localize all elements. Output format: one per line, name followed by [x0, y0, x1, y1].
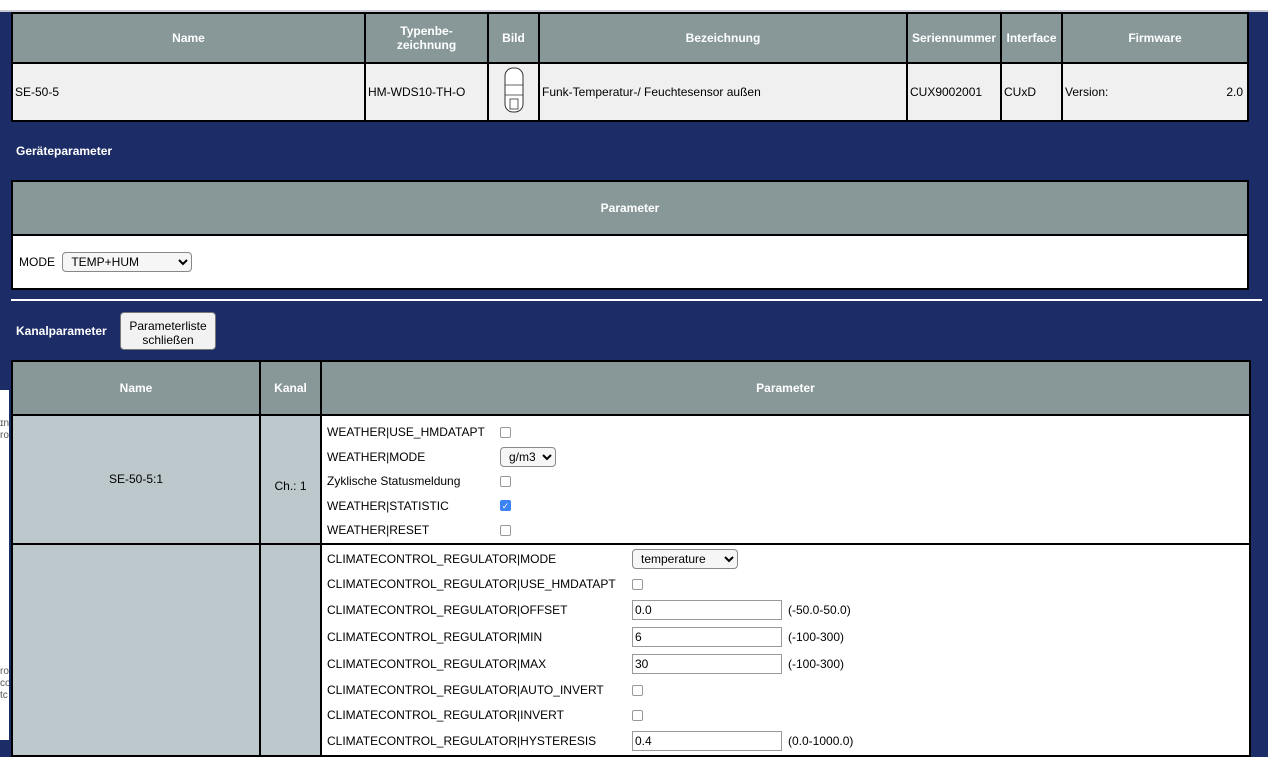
- firmware-label: Version:: [1065, 85, 1109, 99]
- param-label: WEATHER|STATISTIC: [327, 498, 449, 513]
- param-checkbox[interactable]: [500, 426, 511, 438]
- channel-params-title: Kanalparameter: [16, 324, 107, 338]
- channel-row-2: CLIMATECONTROL_REGULATOR|MODE temperature…: [11, 542, 1251, 757]
- param-row-climatecontrol-regulator-use-hmdatapt: CLIMATECONTROL_REGULATOR|USE_HMDATAPT: [327, 572, 1249, 597]
- param-input[interactable]: [632, 627, 782, 647]
- device-type: HM-WDS10-TH-O: [364, 62, 489, 122]
- param-range: (-100-300): [788, 630, 845, 644]
- param-row-climatecontrol-regulator-invert: CLIMATECONTROL_REGULATOR|INVERT: [327, 703, 1249, 728]
- col-type: Typenbe-zeichnung: [364, 12, 489, 64]
- param-range: (-50.0-50.0): [788, 603, 851, 617]
- channel-kanal: Ch.: 1: [259, 414, 322, 545]
- device-name: SE-50-5: [11, 62, 366, 122]
- param-row-climatecontrol-regulator-mode: CLIMATECONTROL_REGULATOR|MODE temperature: [327, 547, 1249, 572]
- device-row: SE-50-5 HM-WDS10-TH-O Funk-Temperatur-/ …: [11, 62, 1249, 122]
- channel-2-kanal: [259, 542, 322, 757]
- param-input[interactable]: [632, 654, 782, 674]
- channel-2-name: [11, 542, 261, 757]
- param-label: WEATHER|RESET: [327, 523, 430, 538]
- param-label: CLIMATECONTROL_REGULATOR|INVERT: [327, 708, 564, 722]
- param-input[interactable]: [632, 600, 782, 620]
- param-label: Zyklische Statusmeldung: [327, 474, 461, 489]
- mode-select[interactable]: TEMP+HUM: [62, 252, 193, 272]
- col-interface: Interface: [1000, 12, 1063, 64]
- close-param-list-button[interactable]: Parameterliste schließen: [120, 312, 216, 350]
- ch-col-parameter: Parameter: [320, 360, 1251, 416]
- background-window-edge: ɪn ro ro co tc: [0, 390, 9, 740]
- param-checkbox[interactable]: [632, 709, 643, 721]
- device-description: Funk-Temperatur-/ Feuchtesensor außen: [538, 62, 908, 122]
- param-row-climatecontrol-regulator-min: CLIMATECONTROL_REGULATOR|MIN (-100-300): [327, 624, 1249, 651]
- param-checkbox[interactable]: [632, 578, 643, 590]
- channel-1-params: WEATHER|USE_HMDATAPT WEATHER|MODE g/m3 Zykl…: [320, 414, 1251, 545]
- channel-params-table: Name Kanal Parameter SE-50-5:1 Ch.: 1 WE…: [11, 360, 1251, 757]
- param-row-weather-use-hmdatapt: WEATHER|USE_HMDATAPT: [327, 420, 1249, 445]
- param-label: CLIMATECONTROL_REGULATOR|USE_HMDATAPT: [327, 577, 616, 591]
- col-image: Bild: [487, 12, 540, 64]
- sensor-device-icon: [504, 67, 523, 112]
- col-name: Name: [11, 12, 366, 64]
- device-params-header: Parameter: [11, 180, 1249, 236]
- divider: [11, 299, 1262, 301]
- param-range: (-100-300): [788, 657, 845, 671]
- param-row-weather-mode: WEATHER|MODE g/m3: [327, 445, 1249, 470]
- param-label: CLIMATECONTROL_REGULATOR|MIN: [327, 630, 543, 644]
- param-label: WEATHER|MODE: [327, 449, 426, 464]
- device-params-table: Parameter MODE TEMP+HUM: [11, 180, 1249, 290]
- device-params-row: MODE TEMP+HUM: [11, 234, 1249, 290]
- device-serial: CUX9002001: [906, 62, 1002, 122]
- param-select[interactable]: temperature: [632, 549, 738, 569]
- channel-row-1: SE-50-5:1 Ch.: 1 WEATHER|USE_HMDATAPT WEA…: [11, 414, 1251, 545]
- param-select[interactable]: g/m3: [500, 446, 556, 467]
- param-label: CLIMATECONTROL_REGULATOR|HYSTERESIS: [327, 734, 597, 748]
- param-row-climatecontrol-regulator-hysteresis: CLIMATECONTROL_REGULATOR|HYSTERESIS (0.0-…: [327, 728, 1249, 755]
- param-label: CLIMATECONTROL_REGULATOR|MODE: [327, 552, 557, 566]
- param-input[interactable]: [632, 731, 782, 751]
- param-row-climatecontrol-regulator-max: CLIMATECONTROL_REGULATOR|MAX (-100-300): [327, 651, 1249, 678]
- param-row-weather-statistic: WEATHER|STATISTIC ✓: [327, 494, 1249, 519]
- firmware-value: 2.0: [1226, 85, 1243, 99]
- ch-col-kanal: Kanal: [259, 360, 322, 416]
- device-table: Name Typenbe-zeichnung Bild Bezeichnung …: [11, 12, 1249, 122]
- mode-label: MODE: [19, 255, 55, 269]
- device-table-header: Name Typenbe-zeichnung Bild Bezeichnung …: [11, 12, 1249, 64]
- ch-col-name: Name: [11, 360, 261, 416]
- param-checkbox[interactable]: [500, 475, 511, 487]
- device-interface: CUxD: [1000, 62, 1063, 122]
- channel-name: SE-50-5:1: [11, 414, 261, 545]
- param-label: CLIMATECONTROL_REGULATOR|MAX: [327, 657, 547, 671]
- device-image: [487, 62, 540, 122]
- param-checkbox[interactable]: [500, 524, 511, 536]
- top-window-strip: [0, 0, 1268, 12]
- channel-2-params: CLIMATECONTROL_REGULATOR|MODE temperature…: [320, 542, 1251, 757]
- device-firmware: Version: 2.0: [1061, 62, 1249, 122]
- col-serial: Seriennummer: [906, 12, 1002, 64]
- param-label: CLIMATECONTROL_REGULATOR|OFFSET: [327, 603, 568, 617]
- param-label: WEATHER|USE_HMDATAPT: [327, 425, 485, 440]
- device-params-title: Geräteparameter: [16, 144, 113, 158]
- param-label: CLIMATECONTROL_REGULATOR|AUTO_INVERT: [327, 683, 604, 697]
- col-description: Bezeichnung: [538, 12, 908, 64]
- param-row-climatecontrol-regulator-auto-invert: CLIMATECONTROL_REGULATOR|AUTO_INVERT: [327, 678, 1249, 703]
- param-range: (0.0-1000.0): [788, 734, 854, 748]
- param-row-weather-reset: WEATHER|RESET: [327, 518, 1249, 543]
- param-checkbox[interactable]: [632, 684, 643, 696]
- col-firmware: Firmware: [1061, 12, 1249, 64]
- param-row-climatecontrol-regulator-offset: CLIMATECONTROL_REGULATOR|OFFSET (-50.0-50…: [327, 597, 1249, 624]
- param-row-zyklische-statusmeldung: Zyklische Statusmeldung: [327, 469, 1249, 494]
- param-checkbox[interactable]: ✓: [500, 500, 511, 512]
